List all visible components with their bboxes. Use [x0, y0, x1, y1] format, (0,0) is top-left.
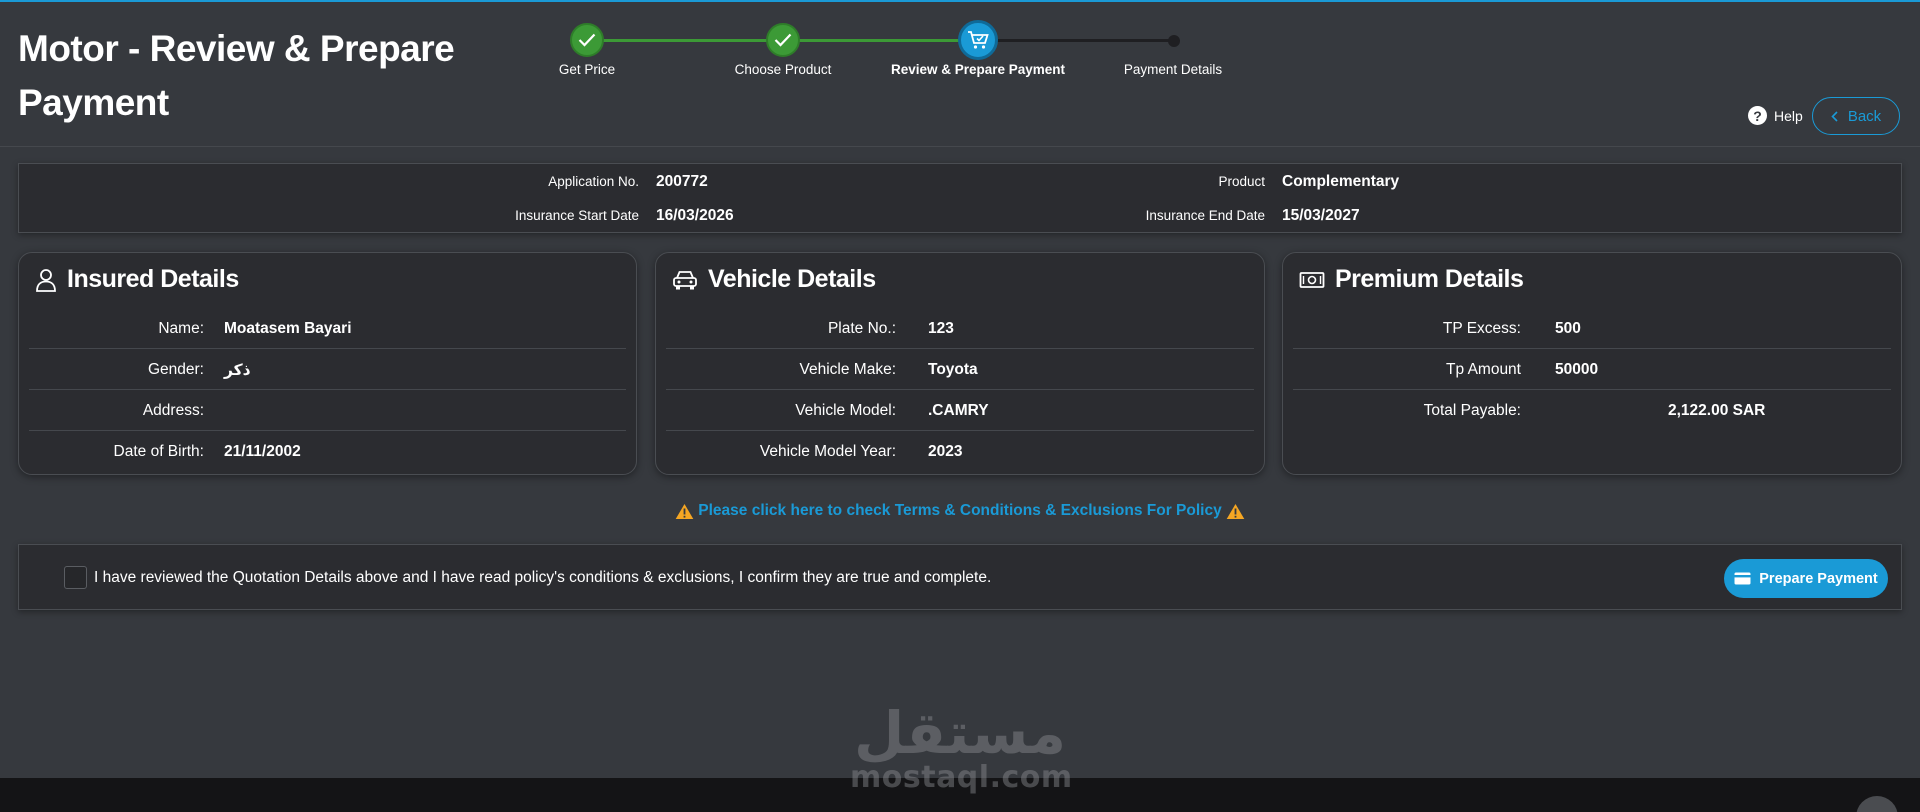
row-value: 123	[928, 320, 954, 337]
terms-link-text[interactable]: Please click here to check Terms & Condi…	[698, 502, 1221, 520]
row-label: Gender:	[147, 361, 204, 378]
row-value: 2,122.00 SAR	[1668, 402, 1766, 419]
mostaql-watermark: مستقل mostaql.com	[850, 699, 1073, 795]
row-label: Tp Amount	[1446, 361, 1521, 378]
progress-stepper: Get Price Choose Product Review & Prepar…	[0, 0, 1920, 100]
vehicle-details-title: Vehicle Details	[672, 265, 876, 294]
step-payment-details-dot	[1168, 35, 1180, 47]
product-value: Complementary	[1282, 173, 1400, 190]
stepper-connector	[587, 39, 783, 42]
chevron-left-icon	[1831, 110, 1838, 122]
back-button[interactable]: Back	[1812, 97, 1900, 135]
vehicle-row-make: Vehicle Make: Toyota	[666, 349, 1254, 390]
row-label: Total Payable:	[1423, 402, 1521, 419]
check-icon	[774, 33, 792, 47]
premium-row-total-payable: Total Payable: 2,122.00 SAR	[1293, 390, 1891, 431]
product-label: Product	[1218, 174, 1265, 189]
cart-icon	[968, 31, 989, 49]
watermark-arabic: مستقل	[853, 699, 1067, 767]
row-label: Date of Birth:	[113, 443, 204, 460]
help-label: Help	[1774, 107, 1803, 124]
row-value: 500	[1555, 320, 1581, 337]
stepper-connector	[783, 39, 978, 42]
premium-details-title: Premium Details	[1299, 265, 1524, 294]
step-label-choose-product: Choose Product	[734, 62, 832, 77]
start-date-value: 16/03/2026	[656, 207, 734, 224]
back-label: Back	[1847, 107, 1882, 125]
application-no-label: Application No.	[548, 174, 639, 189]
row-label: TP Excess:	[1442, 320, 1521, 337]
row-value: ذكر	[224, 362, 251, 379]
end-date-value: 15/03/2027	[1282, 207, 1360, 224]
step-review-circle	[958, 20, 998, 60]
row-value: 2023	[928, 443, 963, 460]
row-value: Moatasem Bayari	[224, 320, 352, 337]
stepper-connector	[978, 39, 1174, 42]
insured-details-card: Insured Details Name: Moatasem Bayari Ge…	[18, 252, 637, 475]
step-label-get-price: Get Price	[558, 62, 616, 77]
user-icon	[36, 268, 56, 292]
warning-icon	[1226, 503, 1245, 519]
warning-icon	[675, 503, 694, 519]
row-label: Name:	[158, 320, 204, 337]
row-label: Vehicle Make:	[799, 361, 897, 378]
confirm-text: I have reviewed the Quotation Details ab…	[94, 569, 992, 586]
row-label: Address:	[142, 402, 204, 419]
vehicle-details-card: Vehicle Details Plate No.: 123 Vehicle M…	[655, 252, 1265, 475]
row-value: 21/11/2002	[224, 443, 301, 460]
step-choose-product-circle[interactable]	[766, 23, 800, 57]
header-divider	[0, 146, 1920, 147]
watermark-latin: mostaql.com	[850, 760, 1073, 795]
row-label: Vehicle Model:	[795, 402, 896, 419]
row-label: Vehicle Model Year:	[759, 443, 896, 460]
car-icon	[673, 270, 697, 289]
premium-row-tp-excess: TP Excess: 500	[1293, 308, 1891, 349]
row-value: Toyota	[928, 361, 978, 378]
step-get-price-circle[interactable]	[570, 23, 604, 57]
start-date-label: Insurance Start Date	[515, 208, 639, 223]
application-info-panel: Application No. 200772 Insurance Start D…	[18, 163, 1902, 233]
prepare-payment-button[interactable]: Prepare Payment	[1724, 559, 1888, 598]
row-value: 50000	[1555, 361, 1599, 378]
terms-link[interactable]: Please click here to check Terms & Condi…	[0, 502, 1920, 520]
help-icon: ?	[1748, 106, 1767, 125]
insured-row-dob: Date of Birth: 21/11/2002	[29, 431, 626, 472]
insured-row-gender: Gender: ذكر	[29, 349, 626, 390]
step-label-payment-details: Payment Details	[1123, 62, 1223, 77]
vehicle-row-model-year: Vehicle Model Year: 2023	[666, 431, 1254, 472]
row-label: Plate No.:	[827, 320, 896, 337]
prepare-payment-label: Prepare Payment	[1759, 570, 1878, 587]
row-value: .CAMRY	[928, 402, 989, 419]
check-icon	[578, 33, 596, 47]
premium-details-title-text: Premium Details	[1335, 265, 1524, 293]
credit-card-icon	[1734, 572, 1751, 585]
step-label-review: Review & Prepare Payment	[890, 62, 1066, 77]
vehicle-details-title-text: Vehicle Details	[708, 265, 876, 293]
vehicle-row-model: Vehicle Model: .CAMRY	[666, 390, 1254, 431]
confirmation-panel: I have reviewed the Quotation Details ab…	[18, 544, 1902, 610]
confirm-checkbox[interactable]	[64, 566, 87, 589]
help-link[interactable]: ? Help	[1748, 106, 1803, 125]
premium-details-card: Premium Details TP Excess: 500 Tp Amount…	[1282, 252, 1902, 475]
insured-row-name: Name: Moatasem Bayari	[29, 308, 626, 349]
application-no-value: 200772	[656, 173, 708, 190]
insured-details-title: Insured Details	[35, 265, 239, 294]
vehicle-row-plate: Plate No.: 123	[666, 308, 1254, 349]
insured-row-address: Address:	[29, 390, 626, 431]
end-date-label: Insurance End Date	[1145, 208, 1265, 223]
premium-row-tp-amount: Tp Amount 50000	[1293, 349, 1891, 390]
money-icon	[1299, 271, 1325, 288]
insured-details-title-text: Insured Details	[67, 265, 239, 293]
